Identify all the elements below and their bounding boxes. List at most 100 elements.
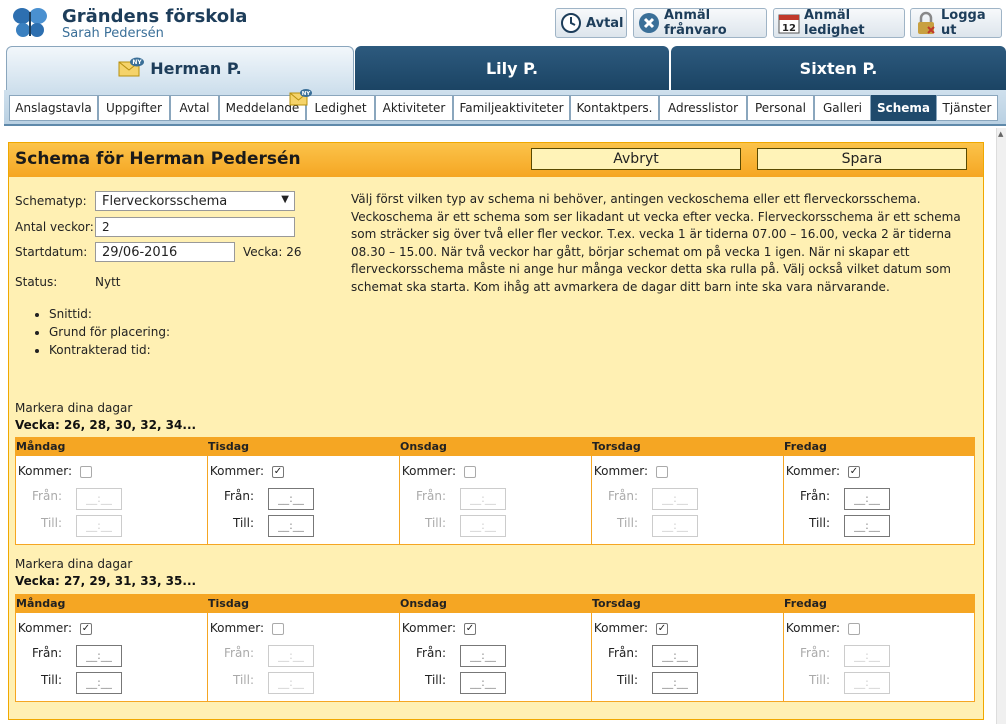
comes-checkbox[interactable]: ✓ [464,623,476,635]
to-label: Till: [616,673,638,687]
day-column: Tisdag Kommer: ✓ Från: __:__ Till: __:__ [208,438,400,544]
to-time-input[interactable]: __:__ [76,672,122,694]
from-time-input[interactable]: __:__ [460,488,506,510]
comes-checkbox[interactable] [464,466,476,478]
info-bullets: Snittid: Grund för placering: Kontrakter… [37,305,170,359]
page-title: Schema för Herman Pedersén [15,149,301,169]
agreement-button[interactable]: Avtal [555,8,627,38]
day-name: Onsdag [400,597,447,610]
start-date-input[interactable]: 29/06-2016 [95,242,235,262]
day-name: Tisdag [208,440,249,453]
cancel-button[interactable]: Avbryt [531,148,741,170]
day-name: Onsdag [400,440,447,453]
child-tab-herman[interactable]: NY Herman P. [6,46,354,90]
logout-button[interactable]: Logga ut [910,8,1002,38]
to-time-input[interactable]: __:__ [844,672,890,694]
new-badge: NY [302,91,312,97]
schedule-type-select[interactable]: Flerveckorsschema ▼ [95,191,295,211]
to-time-input[interactable]: __:__ [652,515,698,537]
comes-checkbox[interactable]: ✓ [272,466,284,478]
clock-icon [560,11,582,35]
save-button[interactable]: Spara [757,148,967,170]
comes-label: Kommer: [17,464,72,478]
day-name: Tisdag [208,597,249,610]
nav-item-uppgifter[interactable]: Uppgifter [98,95,170,121]
from-label: Från: [800,489,830,503]
comes-label: Kommer: [401,464,456,478]
comes-checkbox[interactable] [656,466,668,478]
to-time-input[interactable]: __:__ [460,515,506,537]
from-time-input[interactable]: __:__ [268,645,314,667]
report-absence-button[interactable]: Anmäl frånvaro [633,8,767,38]
scrollbar[interactable]: ▲ [996,128,1006,724]
nav-item-schema[interactable]: Schema [871,95,936,121]
weeks-input[interactable]: 2 [95,217,295,237]
logout-button-label: Logga ut [941,8,986,38]
agreement-button-label: Avtal [586,15,624,31]
nav-item-kontaktpers[interactable]: Kontaktpers. [570,95,659,121]
week-number: Vecka: 26 [243,245,302,259]
from-time-input[interactable]: __:__ [76,645,122,667]
comes-checkbox[interactable] [848,623,860,635]
from-label: Från: [800,646,830,660]
from-time-input[interactable]: __:__ [76,488,122,510]
report-leave-button[interactable]: 12 Anmäl ledighet [773,8,905,38]
day-column: Torsdag Kommer: Från: __:__ Till: __:__ [592,438,784,544]
from-time-input[interactable]: __:__ [652,488,698,510]
to-time-input[interactable]: __:__ [76,515,122,537]
nav-item-galleri[interactable]: Galleri [814,95,871,121]
child-tab-label: Herman P. [150,59,242,78]
from-time-input[interactable]: __:__ [844,645,890,667]
to-time-input[interactable]: __:__ [652,672,698,694]
nav-item-anslagstavla[interactable]: Anslagstavla [9,95,98,121]
comes-checkbox[interactable] [272,623,284,635]
to-time-input[interactable]: __:__ [460,672,506,694]
to-label: Till: [232,516,254,530]
nav-item-personal[interactable]: Personal [747,95,814,121]
comes-label: Kommer: [209,464,264,478]
nav-item-familjeaktiviteter[interactable]: Familjeaktiviteter [453,95,570,121]
main-nav: Anslagstavla Uppgifter Avtal Meddelande … [4,90,1006,126]
cancel-icon [638,11,660,35]
to-label: Till: [40,516,62,530]
info-text: Välj först vilken typ av schema ni behöv… [351,192,961,294]
to-time-input[interactable]: __:__ [844,515,890,537]
child-tab-lily[interactable]: Lily P. [355,46,669,90]
day-name: Måndag [16,597,66,610]
calendar-icon-day: 12 [782,23,796,34]
school-name: Grändens förskola [62,6,248,27]
to-label: Till: [616,516,638,530]
day-name: Måndag [16,440,66,453]
comes-checkbox[interactable]: ✓ [848,466,860,478]
to-time-input[interactable]: __:__ [268,515,314,537]
from-time-input[interactable]: __:__ [268,488,314,510]
day-column: Tisdag Kommer: Från: __:__ Till: __:__ [208,595,400,701]
calendar-icon: 12 [778,11,800,35]
nav-item-aktiviteter[interactable]: Aktiviteter [375,95,453,121]
from-time-input[interactable]: __:__ [460,645,506,667]
child-tabs: NY Herman P. Lily P. Sixten P. [4,46,1006,90]
list-item: Kontrakterad tid: [49,341,170,359]
to-label: Till: [808,673,830,687]
nav-item-adresslistor[interactable]: Adresslistor [659,95,747,121]
new-badge: NY [133,59,143,66]
comes-checkbox[interactable]: ✓ [80,623,92,635]
to-time-input[interactable]: __:__ [268,672,314,694]
nav-item-tjanster[interactable]: Tjänster [936,95,998,121]
child-tab-label: Lily P. [485,58,539,78]
nav-item-ledighet[interactable]: Ledighet [306,95,375,121]
from-time-input[interactable]: __:__ [652,645,698,667]
report-absence-button-label: Anmäl frånvaro [664,8,727,38]
comes-checkbox[interactable] [80,466,92,478]
day-column: Fredag Kommer: Från: __:__ Till: __:__ [784,595,976,701]
scroll-up-icon[interactable]: ▲ [998,130,1003,138]
day-name: Fredag [784,597,827,610]
nav-item-avtal[interactable]: Avtal [170,95,219,121]
lock-icon [915,11,937,35]
mark-days-label: Markera dina dagar [15,557,133,571]
from-time-input[interactable]: __:__ [844,488,890,510]
comes-checkbox[interactable]: ✓ [656,623,668,635]
new-message-icon: NY [118,57,145,81]
child-tab-sixten[interactable]: Sixten P. [671,46,1006,90]
report-leave-button-label: Anmäl ledighet [804,8,865,38]
